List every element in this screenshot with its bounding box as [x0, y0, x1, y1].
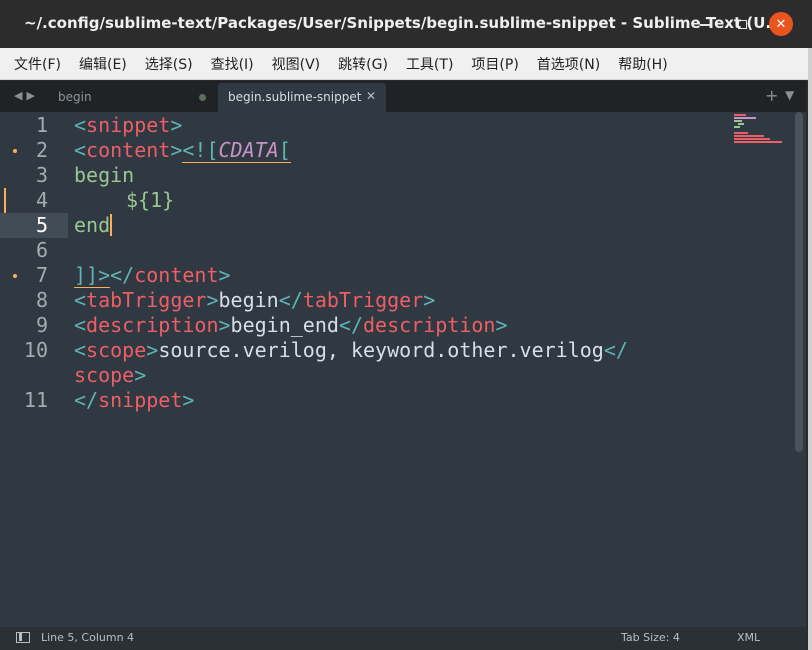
code-text: ]]></content> [74, 263, 231, 288]
line-number: 8 [35, 288, 48, 312]
menu-help[interactable]: 帮助(H) [612, 54, 673, 74]
editor[interactable]: 1 <snippet> 2 <content><![CDATA[ 3 begin… [0, 112, 806, 627]
menu-bar: 文件(F) 编辑(E) 选择(S) 查找(I) 视图(V) 跳转(G) 工具(T… [0, 48, 812, 80]
menu-project[interactable]: 项目(P) [465, 54, 524, 74]
line-number: 3 [35, 163, 48, 187]
code-text: begin [74, 163, 135, 187]
tab-bar: ◀▶ begin begin.sublime-snippet ✕ + ▼ [0, 81, 806, 112]
code-line: 6 [0, 238, 806, 263]
code-line: 4 ${1} [0, 188, 806, 213]
menu-view[interactable]: 视图(V) [266, 54, 327, 74]
maximize-icon[interactable] [730, 12, 754, 36]
window-title: ~/.config/sublime-text/Packages/User/Sni… [24, 14, 783, 32]
line-number: 5 [35, 213, 48, 237]
menu-file[interactable]: 文件(F) [8, 54, 67, 74]
close-icon[interactable]: ✕ [769, 12, 793, 36]
code-text: ${1} [126, 188, 175, 212]
close-icon[interactable]: ✕ [366, 89, 376, 103]
code-text: <content><![CDATA[ [74, 138, 291, 163]
chevron-left-icon[interactable]: ◀ [14, 89, 26, 102]
tab-size-indicator[interactable]: Tab Size: 4 [621, 631, 680, 644]
line-number: 10 [23, 338, 48, 362]
window-edge [808, 48, 812, 650]
text-cursor [110, 214, 113, 236]
chevron-down-icon[interactable]: ▼ [785, 88, 794, 102]
title-bar: ~/.config/sublime-text/Packages/User/Sni… [0, 0, 812, 48]
tab-label: begin.sublime-snippet [228, 90, 362, 104]
code-line: 8 <tabTrigger>begin</tabTrigger> [0, 288, 806, 313]
vertical-scrollbar[interactable] [795, 112, 803, 452]
code-line: 11 </snippet> [0, 388, 806, 413]
code-line: 7 ]]></content> [0, 263, 806, 288]
modified-dot-icon [199, 94, 206, 101]
menu-tools[interactable]: 工具(T) [400, 54, 459, 74]
code-text: <snippet> [74, 113, 183, 137]
line-number: 7 [35, 263, 48, 287]
menu-find[interactable]: 查找(I) [205, 54, 260, 74]
tab-label: begin [58, 90, 92, 104]
chevron-right-icon[interactable]: ▶ [26, 89, 38, 102]
code-line-wrapped: scope> [0, 363, 806, 388]
code-text: <description>begin_end</description> [74, 313, 508, 337]
code-text: end [74, 213, 113, 237]
line-number: 1 [35, 113, 48, 137]
code-text: </snippet> [74, 388, 195, 412]
code-text: <scope>source.verilog, keyword.other.ver… [74, 338, 628, 362]
code-line: 1 <snippet> [0, 113, 806, 138]
line-number: 11 [23, 388, 48, 412]
minimap[interactable] [734, 114, 786, 144]
cursor-position: Line 5, Column 4 [41, 631, 135, 644]
current-line: 5 end [0, 213, 806, 238]
line-number: 9 [35, 313, 48, 337]
plus-icon[interactable]: + [765, 86, 778, 105]
minimize-icon[interactable] [693, 12, 717, 36]
line-number: 4 [35, 188, 48, 212]
code-line: 3 begin [0, 163, 806, 188]
code-text: <tabTrigger>begin</tabTrigger> [74, 288, 436, 312]
sidebar-icon[interactable] [16, 632, 30, 643]
syntax-indicator[interactable]: XML [737, 631, 760, 644]
menu-goto[interactable]: 跳转(G) [332, 54, 394, 74]
code-line: 9 <description>begin_end</description> [0, 313, 806, 338]
menu-edit[interactable]: 编辑(E) [73, 54, 133, 74]
line-number: 6 [35, 238, 48, 262]
code-text: scope> [74, 363, 147, 387]
tab-begin[interactable]: begin [40, 83, 218, 112]
line-number: 2 [35, 138, 48, 162]
code-line: 2 <content><![CDATA[ [0, 138, 806, 163]
tab-nav-arrows: ◀▶ [14, 89, 39, 102]
status-bar: Line 5, Column 4 Tab Size: 4 XML [0, 627, 806, 650]
code-line: 10 <scope>source.verilog, keyword.other.… [0, 338, 806, 363]
menu-preferences[interactable]: 首选项(N) [531, 54, 606, 74]
menu-selection[interactable]: 选择(S) [139, 54, 199, 74]
tab-begin-sublime-snippet[interactable]: begin.sublime-snippet ✕ [218, 83, 386, 112]
